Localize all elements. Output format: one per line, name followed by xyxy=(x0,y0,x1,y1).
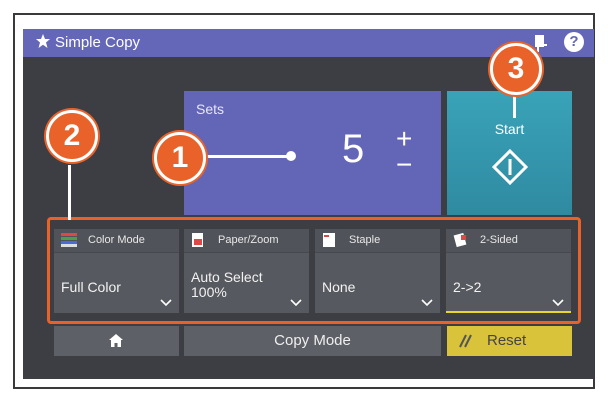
paper-zoom-icon xyxy=(192,233,203,247)
start-diamond-icon xyxy=(492,149,528,185)
paper-zoom-value-line1: Auto Select xyxy=(191,269,263,285)
start-button[interactable]: Start xyxy=(447,91,572,215)
chevron-down-icon xyxy=(421,299,433,307)
chevron-down-icon xyxy=(160,299,172,307)
sets-value: 5 xyxy=(342,127,365,171)
paper-zoom-title: Paper/Zoom xyxy=(218,234,279,246)
color-mode-title: Color Mode xyxy=(88,234,145,246)
home-icon xyxy=(109,334,123,347)
reset-button[interactable]: Reset xyxy=(447,326,572,356)
callout-badge-1: 1 xyxy=(154,132,206,184)
copy-mode-button[interactable]: Copy Mode xyxy=(184,326,441,356)
help-icon[interactable]: ? xyxy=(564,32,584,52)
color-mode-tile[interactable]: Color Mode Full Color xyxy=(54,229,179,313)
callout-1-leader-dot xyxy=(286,151,296,161)
reset-icon xyxy=(459,334,472,348)
paper-zoom-header: Paper/Zoom xyxy=(184,229,309,253)
sets-label: Sets xyxy=(196,101,225,117)
two-sided-header: 2-Sided xyxy=(446,229,571,253)
paper-zoom-value-line2: 100% xyxy=(191,284,227,300)
star-icon xyxy=(36,34,50,48)
paper-zoom-tile[interactable]: Paper/Zoom Auto Select 100% xyxy=(184,229,309,313)
home-button[interactable] xyxy=(54,326,179,356)
two-sided-value: 2->2 xyxy=(453,279,482,295)
color-mode-value: Full Color xyxy=(61,279,121,295)
callout-2-leader xyxy=(68,165,71,220)
color-mode-icon xyxy=(61,233,77,247)
staple-icon xyxy=(323,233,335,247)
callout-badge-3: 3 xyxy=(490,43,542,95)
page-title: Simple Copy xyxy=(55,34,141,51)
document-icon[interactable] xyxy=(534,34,548,52)
callout-1-leader xyxy=(198,155,290,158)
two-sided-title: 2-Sided xyxy=(480,234,518,246)
chevron-down-icon xyxy=(552,299,564,307)
staple-header: Staple xyxy=(315,229,440,253)
staple-value: None xyxy=(322,279,356,295)
staple-tile[interactable]: Staple None xyxy=(315,229,440,313)
decrement-button[interactable]: − xyxy=(396,151,412,179)
two-sided-tile[interactable]: 2-Sided 2->2 xyxy=(446,229,571,313)
callout-badge-2: 2 xyxy=(46,110,98,162)
chevron-down-icon xyxy=(290,299,302,307)
color-mode-header: Color Mode xyxy=(54,229,179,253)
staple-title: Staple xyxy=(349,234,381,246)
sets-panel: Sets 5 + − xyxy=(184,91,441,215)
start-label: Start xyxy=(494,121,525,137)
reset-label: Reset xyxy=(487,332,527,349)
two-sided-icon xyxy=(453,233,467,247)
two-sided-active-indicator xyxy=(446,311,571,313)
